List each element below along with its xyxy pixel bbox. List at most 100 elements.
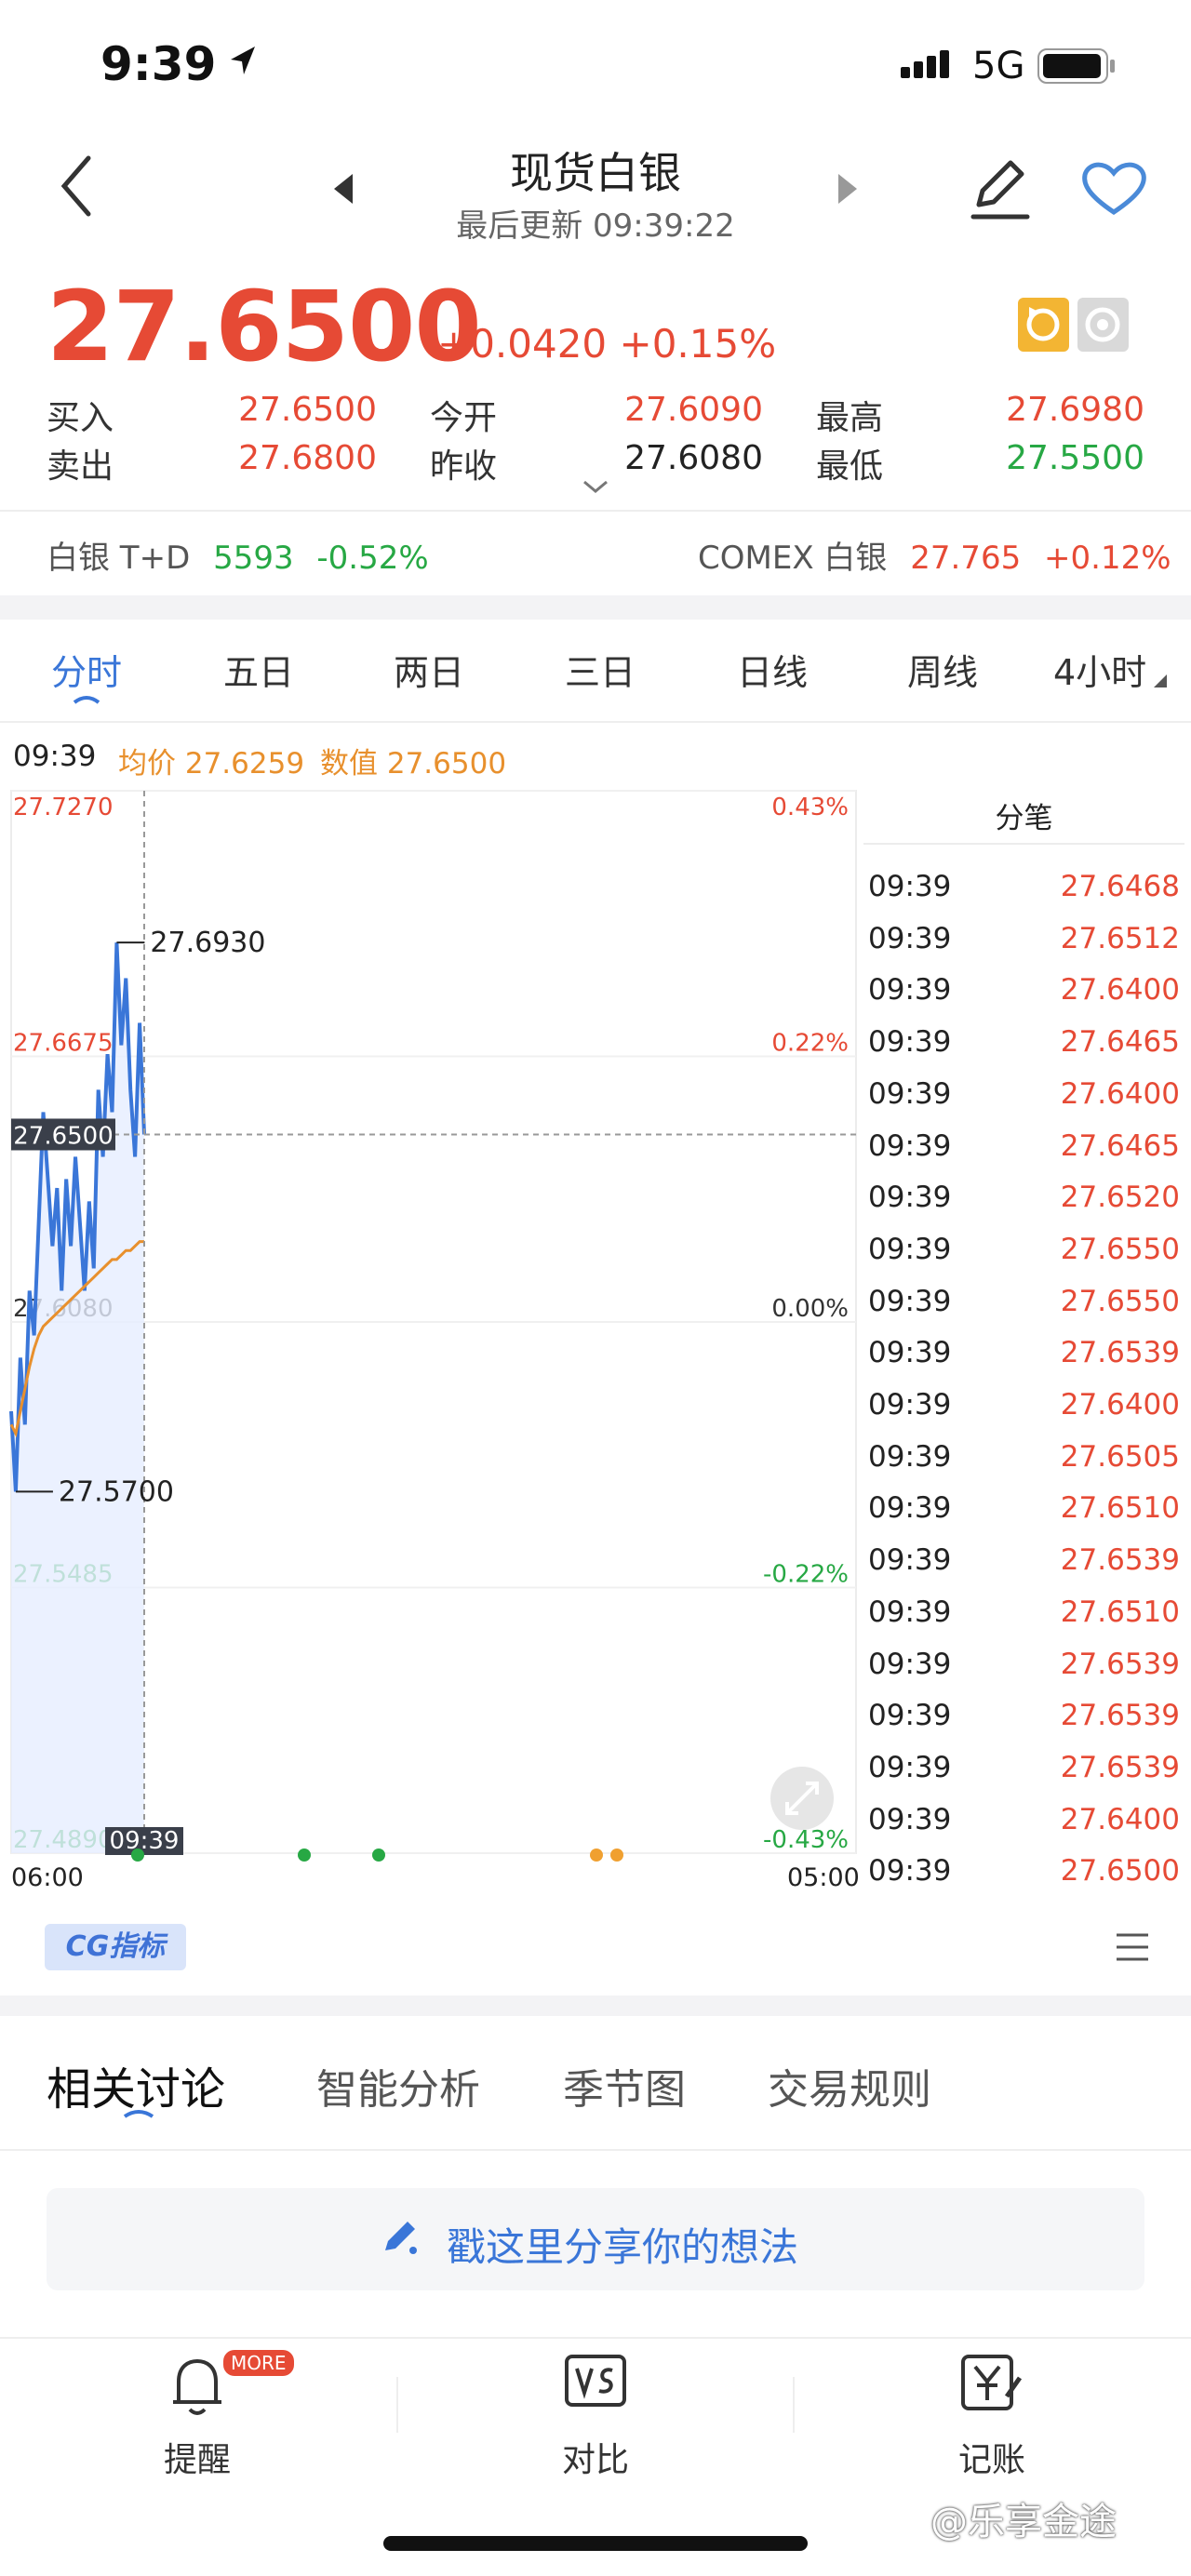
tick-row: 09:39 27.6539 bbox=[868, 1543, 1180, 1581]
tick-time: 09:39 bbox=[868, 1491, 952, 1526]
tick-time: 09:39 bbox=[868, 1439, 952, 1474]
compare-vs-icon bbox=[565, 2355, 626, 2407]
favorite-heart-icon[interactable] bbox=[1079, 158, 1149, 219]
nav-ledger[interactable]: 记账 bbox=[899, 2349, 1085, 2489]
tick-time: 09:39 bbox=[868, 1543, 952, 1578]
related-right[interactable]: COMEX 白银 27.765 +0.12% bbox=[698, 532, 1171, 578]
tab-period[interactable]: 两日 bbox=[394, 644, 464, 695]
tab-period[interactable]: 日线 bbox=[737, 644, 808, 695]
nav-divider bbox=[0, 2337, 1191, 2339]
tick-row: 09:39 27.6510 bbox=[868, 1595, 1180, 1633]
x-axis-end-label: 05:00 bbox=[787, 1863, 860, 1892]
active-tab-indicator bbox=[123, 2110, 154, 2118]
tick-time: 09:39 bbox=[868, 1854, 952, 1889]
related-left-price: 5593 bbox=[213, 540, 294, 577]
tick-value: 27.6510 bbox=[1060, 1491, 1180, 1526]
quote-label: 最高 bbox=[816, 399, 884, 437]
tick-value: 27.6400 bbox=[1060, 1802, 1180, 1836]
tab-period[interactable]: 4小时 bbox=[1053, 644, 1146, 695]
expand-chevron-icon[interactable] bbox=[582, 479, 609, 496]
home-indicator bbox=[383, 2536, 808, 2551]
tick-value: 27.6465 bbox=[1060, 1128, 1180, 1163]
tab-period[interactable]: 分时 bbox=[51, 644, 122, 695]
y-axis-label: 27.6675 bbox=[13, 1030, 114, 1058]
related-right-price: 27.765 bbox=[910, 540, 1022, 577]
tick-row: 09:39 27.6550 bbox=[868, 1233, 1180, 1270]
watermark: @乐享金途 bbox=[930, 2501, 1117, 2543]
tick-row: 09:39 27.6400 bbox=[868, 973, 1180, 1010]
y-axis-pct-label: 0.00% bbox=[771, 1295, 849, 1323]
content-tab[interactable]: 季节图 bbox=[563, 2056, 686, 2116]
pencil-icon bbox=[385, 2222, 417, 2254]
tick-row: 09:39 27.6505 bbox=[868, 1440, 1180, 1477]
tab-period[interactable]: 五日 bbox=[223, 644, 294, 695]
tick-value: 27.6400 bbox=[1060, 973, 1180, 1008]
event-dot bbox=[372, 1849, 385, 1862]
tick-time: 09:39 bbox=[868, 870, 952, 903]
tick-value: 27.6500 bbox=[1060, 1854, 1180, 1889]
content-tab[interactable]: 交易规则 bbox=[768, 2056, 931, 2116]
quote-label: 买入 bbox=[47, 399, 114, 437]
tick-row: 09:39 27.6500 bbox=[868, 1854, 1180, 1891]
crosshair-time-tag: 09:39 bbox=[110, 1827, 180, 1855]
back-chevron-icon[interactable] bbox=[51, 149, 107, 223]
tab-period[interactable]: 周线 bbox=[907, 644, 978, 695]
tick-value: 27.6400 bbox=[1060, 1388, 1180, 1421]
tick-time: 09:39 bbox=[868, 1699, 952, 1733]
nav-separator bbox=[396, 2377, 398, 2433]
related-left[interactable]: 白银 T+D 5593 -0.52% bbox=[47, 532, 429, 578]
tick-row: 09:39 27.6465 bbox=[868, 1129, 1180, 1167]
ledger-yen-icon bbox=[961, 2355, 1023, 2410]
tick-value: 27.6539 bbox=[1060, 1543, 1180, 1578]
quote-label: 昨收 bbox=[430, 447, 498, 486]
network-label: 5G bbox=[972, 45, 1025, 87]
event-dot bbox=[131, 1849, 144, 1862]
tick-value: 27.6510 bbox=[1060, 1595, 1180, 1629]
refresh-icon bbox=[1026, 307, 1060, 341]
status-time: 9:39 bbox=[100, 37, 217, 91]
y-axis-pct-label: -0.22% bbox=[763, 1561, 849, 1589]
y-axis-pct-label: 0.22% bbox=[771, 1030, 849, 1058]
tick-time: 09:39 bbox=[868, 1595, 952, 1629]
location-arrow-icon bbox=[231, 47, 255, 74]
intraday-chart[interactable]: 27.72700.43%27.66750.22%27.60800.00%27.5… bbox=[0, 781, 861, 1889]
tick-time: 09:39 bbox=[868, 973, 952, 1008]
tick-time: 09:39 bbox=[868, 1284, 952, 1318]
nav-compare[interactable]: 对比 bbox=[502, 2349, 689, 2489]
signal-icon bbox=[901, 50, 949, 78]
quote-value: 27.6980 bbox=[1006, 391, 1144, 429]
y-axis-pct-label: -0.43% bbox=[763, 1826, 849, 1854]
price-area bbox=[11, 942, 144, 1853]
tick-value: 27.6512 bbox=[1060, 921, 1180, 955]
divider bbox=[0, 721, 1191, 723]
tick-row: 09:39 27.6400 bbox=[868, 1077, 1180, 1114]
ticks-header: 分笔 bbox=[863, 793, 1184, 845]
refresh-button[interactable] bbox=[1018, 298, 1069, 352]
next-instrument-icon[interactable] bbox=[833, 172, 861, 206]
tick-row: 09:39 27.6539 bbox=[868, 1648, 1180, 1685]
display-settings-button[interactable] bbox=[1077, 298, 1129, 352]
tick-time: 09:39 bbox=[868, 1388, 952, 1421]
tick-value: 27.6539 bbox=[1060, 1699, 1180, 1733]
tab-more-icon[interactable] bbox=[1154, 674, 1167, 687]
tick-row: 09:39 27.6400 bbox=[868, 1803, 1180, 1840]
tab-period[interactable]: 三日 bbox=[565, 644, 636, 695]
nav-alert-label: 提醒 bbox=[163, 2441, 231, 2479]
prev-instrument-icon[interactable] bbox=[330, 172, 358, 206]
content-tab[interactable]: 智能分析 bbox=[316, 2056, 480, 2116]
menu-icon[interactable] bbox=[1115, 1931, 1150, 1963]
edit-pencil-icon[interactable] bbox=[968, 153, 1033, 223]
tick-row: 09:39 27.6550 bbox=[868, 1285, 1180, 1322]
tick-row: 09:39 27.6539 bbox=[868, 1336, 1180, 1373]
tick-row: 09:39 27.6520 bbox=[868, 1181, 1180, 1218]
tick-value: 27.6550 bbox=[1060, 1284, 1180, 1318]
tick-time: 09:39 bbox=[868, 1128, 952, 1163]
cg-indicator-button[interactable]: CG指标 bbox=[45, 1924, 186, 1970]
tick-value: 27.6505 bbox=[1060, 1439, 1180, 1474]
tick-row: 09:39 27.6400 bbox=[868, 1388, 1180, 1425]
quote-label: 今开 bbox=[430, 399, 498, 437]
nav-ledger-label: 记账 bbox=[957, 2441, 1025, 2479]
page-title: 现货白银 bbox=[510, 148, 681, 198]
tick-time: 09:39 bbox=[868, 1076, 952, 1111]
average-price: 均价 27.6259 bbox=[118, 747, 305, 781]
